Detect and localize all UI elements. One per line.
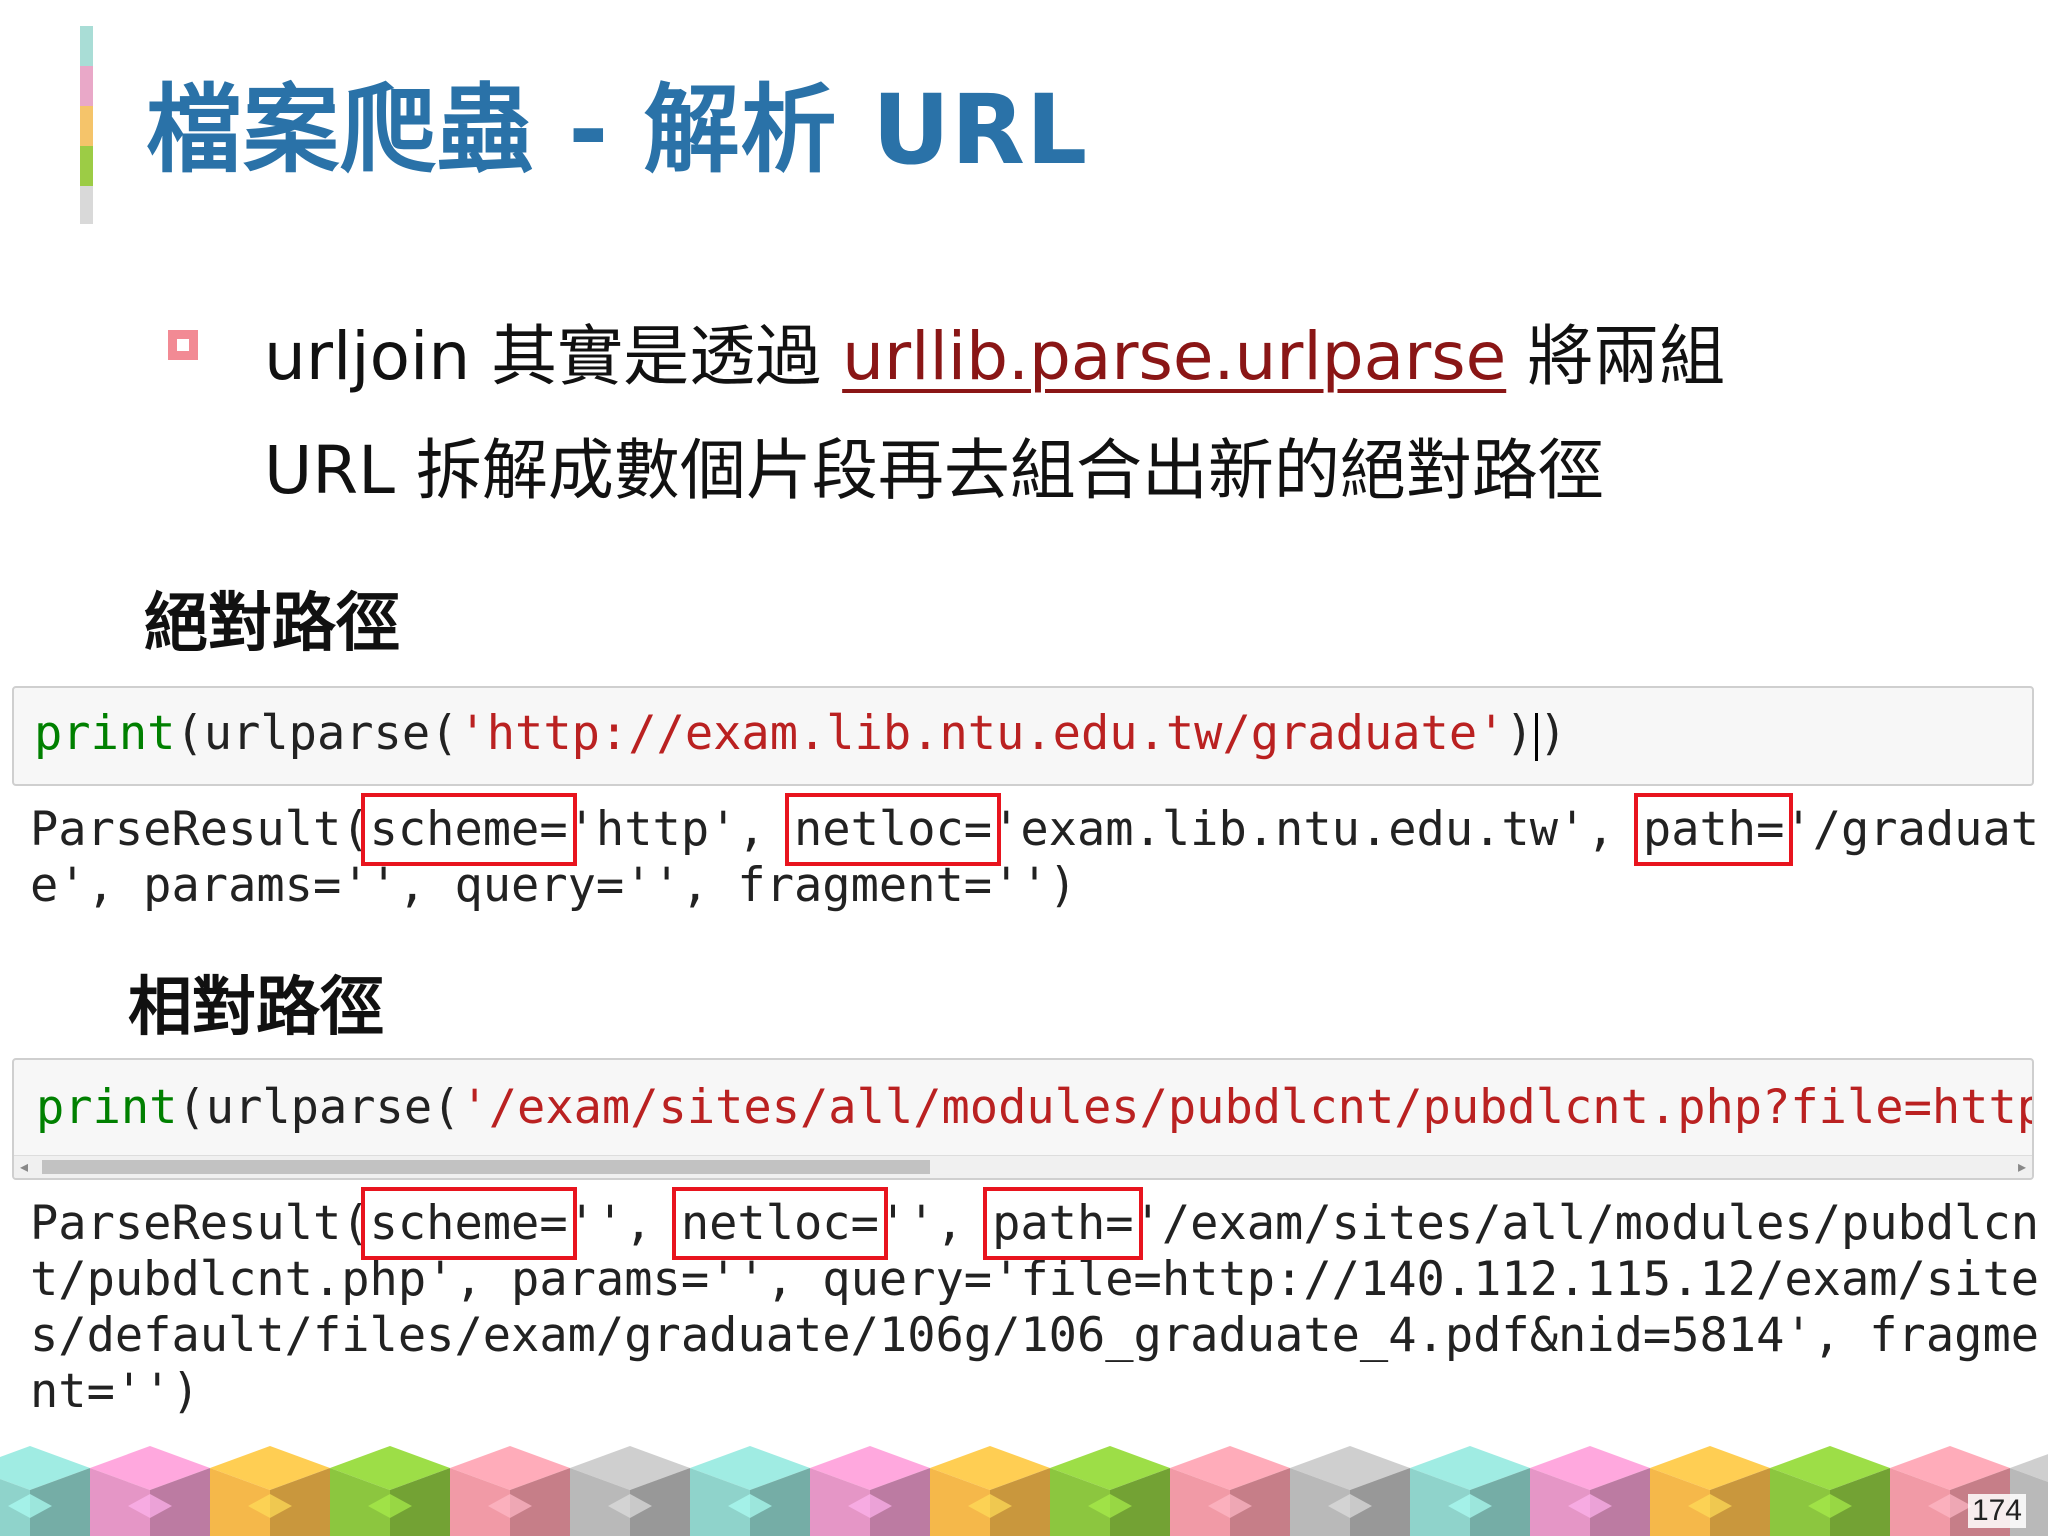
netloc-value: '', [878,1196,993,1251]
bullet-line2: URL 拆解成數個片段再去組合出新的絕對路徑 [264,432,1604,509]
path-value: '/graduat [1784,802,2040,857]
output-line2: e', params='', query='', fragment='') [30,858,1077,913]
bullet-text: urljoin 其實是透過 urllib.parse.urlparse 將兩組 … [264,300,1964,528]
slide-title: 檔案爬蟲 - 解析 URL [146,74,1089,186]
accent-segment-orange [80,106,93,146]
netloc-highlight: netloc= [671,1187,888,1260]
output-prefix: ParseResult( [30,1196,370,1251]
output-line2: t/pubdlcnt.php', params='', query='file=… [30,1252,2040,1307]
print-keyword: print [34,706,176,761]
relative-path-label: 相對路徑 [128,971,384,1045]
code-string-arg: '/exam/sites/all/modules/pubdlcnt/pubdlc… [460,1080,2034,1135]
path-value: '/exam/sites/all/modules/pubdlcn [1133,1196,2040,1251]
accent-segment-green [80,146,93,186]
bullet-square-icon [168,330,198,360]
code-string-arg: 'http://exam.lib.ntu.edu.tw/graduate' [458,706,1506,761]
code-call: (urlparse( [177,1080,461,1135]
absolute-code-line: print(urlparse('http://exam.lib.ntu.edu.… [34,706,1567,761]
output-line3: s/default/files/exam/graduate/106g/106_g… [30,1308,2040,1363]
absolute-path-label: 絕對路徑 [144,587,400,661]
urlparse-link[interactable]: urllib.parse.urlparse [842,318,1506,395]
scheme-value: 'http', [567,802,795,857]
horizontal-scrollbar[interactable]: ◂ ▸ [14,1155,2032,1178]
relative-code-line: print(urlparse('/exam/sites/all/modules/… [36,1080,2034,1135]
accent-segment-pink [80,66,93,106]
relative-output: ParseResult(scheme='', netloc='', path='… [30,1187,2040,1420]
text-cursor [1534,712,1538,761]
scrollbar-thumb[interactable] [42,1160,930,1174]
output-prefix: ParseResult( [30,802,370,857]
absolute-output: ParseResult(scheme='http', netloc='exam.… [30,793,2040,914]
output-line4: nt='') [30,1364,200,1419]
accent-segment-teal [80,26,93,66]
scheme-highlight: scheme= [360,793,577,866]
code-close-paren: ) [1505,706,1534,761]
bullet-prefix: urljoin 其實是透過 [264,318,843,395]
cube-pattern-graphic [0,1446,2048,1536]
path-highlight: path= [983,1187,1143,1260]
netloc-highlight: netloc= [785,793,1002,866]
scheme-value: '', [567,1196,681,1251]
scroll-right-icon[interactable]: ▸ [2018,1157,2026,1176]
print-keyword: print [36,1080,178,1135]
page-number: 174 [1967,1494,2026,1528]
relative-code-cell[interactable]: print(urlparse('/exam/sites/all/modules/… [12,1058,2034,1180]
accent-segment-gray [80,186,93,224]
scroll-left-icon[interactable]: ◂ [20,1157,28,1176]
netloc-value: 'exam.lib.ntu.edu.tw', [992,802,1643,857]
accent-bar [80,26,93,224]
code-call: (urlparse( [175,706,459,761]
absolute-code-cell[interactable]: print(urlparse('http://exam.lib.ntu.edu.… [12,686,2034,786]
scheme-highlight: scheme= [360,1187,577,1260]
bullet-suffix: 將兩組 [1506,318,1726,395]
footer-cube-decoration: 174 [0,1442,2048,1536]
path-highlight: path= [1633,793,1794,866]
code-close-paren-2: ) [1538,706,1568,761]
